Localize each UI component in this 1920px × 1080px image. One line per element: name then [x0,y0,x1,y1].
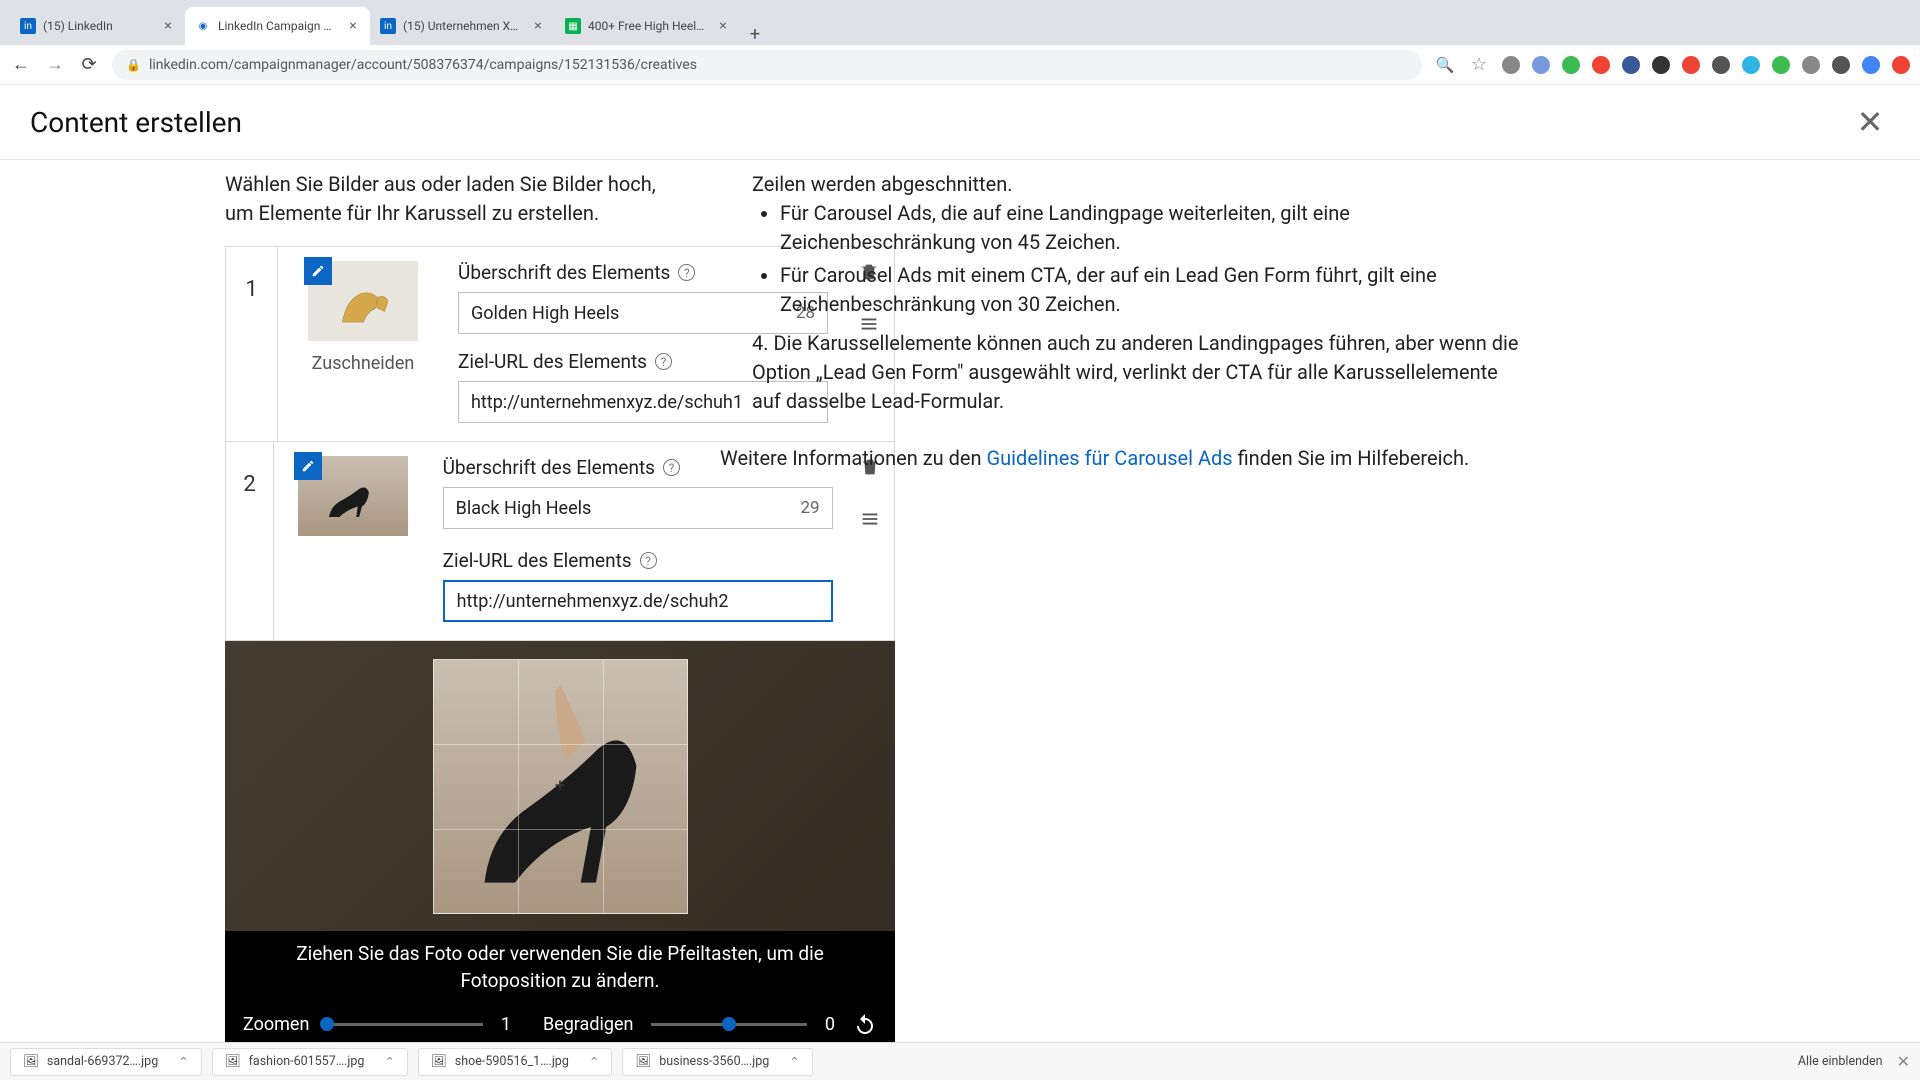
browser-tab[interactable]: ▦ 400+ Free High Heels & Shoe… × [555,7,740,45]
modal-header: Content erstellen ✕ [0,85,1920,160]
crop-selection[interactable]: + [433,659,688,914]
back-button[interactable]: ← [10,54,32,76]
extension-icon[interactable] [1502,56,1520,74]
forward-button[interactable]: → [44,54,66,76]
close-downloads-bar[interactable]: ✕ [1897,1052,1910,1071]
zoom-slider[interactable] [327,1023,482,1026]
extension-icon[interactable] [1682,56,1700,74]
edit-image-button[interactable] [294,452,322,480]
browser-tab[interactable]: in (15) LinkedIn × [10,7,185,45]
modal-title: Content erstellen [30,106,242,139]
chevron-up-icon[interactable]: ⌃ [789,1054,799,1070]
extension-icon[interactable] [1892,56,1910,74]
new-tab-button[interactable]: + [740,24,770,45]
extension-icon[interactable] [1712,56,1730,74]
tab-favicon-icon: ▦ [565,18,581,34]
address-bar: ← → ⟳ 🔒 linkedin.com/campaignmanager/acc… [0,45,1920,85]
url-input[interactable]: 🔒 linkedin.com/campaignmanager/account/5… [112,50,1422,80]
star-icon[interactable]: ☆ [1468,54,1490,76]
tab-title: (15) LinkedIn [43,19,154,33]
tab-title: 400+ Free High Heels & Shoe… [588,19,709,33]
help-icon[interactable]: ? [678,264,695,281]
tab-favicon-icon: ◉ [195,18,211,34]
tab-favicon-icon: in [380,18,396,34]
downloads-bar: 🖼 sandal-669372….jpg ⌃ 🖼 fashion-601557….jpg… [0,1042,1920,1080]
help-icon[interactable]: ? [663,459,680,476]
download-filename: business-3560….jpg [659,1054,769,1069]
browser-tab[interactable]: in (15) Unternehmen XYZ: Admin × [370,7,555,45]
help-icon[interactable]: ? [655,353,672,370]
crop-link[interactable]: Zuschneiden [312,353,415,374]
pencil-icon [301,459,315,473]
tab-close-icon[interactable]: × [531,19,545,33]
guidelines-link[interactable]: Guidelines für Carousel Ads [987,446,1233,470]
download-item[interactable]: 🖼 fashion-601557….jpg ⌃ [212,1048,408,1076]
extension-icon[interactable] [1532,56,1550,74]
chevron-up-icon[interactable]: ⌃ [589,1054,599,1070]
straighten-slider[interactable] [651,1023,806,1026]
straighten-label: Begradigen [543,1014,634,1035]
crop-stage[interactable]: + [225,641,895,931]
download-item[interactable]: 🖼 sandal-669372….jpg ⌃ [10,1048,202,1076]
show-all-downloads[interactable]: Alle einblenden [1798,1054,1883,1069]
download-filename: fashion-601557….jpg [249,1054,365,1069]
extension-icon[interactable] [1592,56,1610,74]
tab-close-icon[interactable]: × [346,19,360,33]
lock-icon: 🔒 [126,58,141,72]
tab-title: (15) Unternehmen XYZ: Admin [403,19,524,33]
url-text: linkedin.com/campaignmanager/account/508… [149,57,697,73]
extension-icon[interactable] [1772,56,1790,74]
extension-icon[interactable] [1622,56,1640,74]
extension-icon[interactable] [1562,56,1580,74]
edit-image-button[interactable] [304,257,332,285]
zoom-label: Zoomen [243,1014,309,1035]
extension-icon[interactable] [1832,56,1850,74]
extension-icon[interactable] [1652,56,1670,74]
instruction-text: Wählen Sie Bilder aus oder laden Sie Bil… [225,170,700,228]
chevron-up-icon[interactable]: ⌃ [384,1054,394,1070]
tab-favicon-icon: in [20,18,36,34]
close-button[interactable]: ✕ [1850,102,1890,142]
file-icon: 🖼 [431,1054,447,1069]
chevron-up-icon[interactable]: ⌃ [178,1054,188,1070]
extension-icon[interactable] [1742,56,1760,74]
pencil-icon [311,264,325,278]
extension-icon[interactable] [1862,56,1880,74]
crop-center-icon: + [555,776,565,797]
reload-button[interactable]: ⟳ [78,54,100,76]
download-item[interactable]: 🖼 business-3560….jpg ⌃ [622,1048,812,1076]
card-number: 2 [226,442,274,640]
tab-title: LinkedIn Campaign Manager [218,19,339,33]
download-filename: shoe-590516_1….jpg [455,1054,569,1069]
browser-tab-strip: in (15) LinkedIn × ◉ LinkedIn Campaign Manag… [0,0,1920,45]
tab-close-icon[interactable]: × [716,19,730,33]
help-text: Zeilen werden abgeschnitten. Für Carouse… [720,170,1520,473]
download-filename: sandal-669372….jpg [47,1054,158,1069]
golden-heel-icon [325,273,402,329]
black-heel-icon [315,468,392,524]
tab-close-icon[interactable]: × [161,19,175,33]
help-icon[interactable]: ? [640,552,657,569]
zoom-value: 1 [501,1014,511,1035]
browser-tab[interactable]: ◉ LinkedIn Campaign Manager × [185,7,370,45]
file-icon: 🖼 [23,1054,39,1069]
extension-icon[interactable] [1802,56,1820,74]
card-number: 1 [226,247,278,441]
download-item[interactable]: 🖼 shoe-590516_1….jpg ⌃ [418,1048,612,1076]
zoom-icon[interactable]: 🔍 [1434,54,1456,76]
file-icon: 🖼 [635,1054,651,1069]
file-icon: 🖼 [225,1054,241,1069]
